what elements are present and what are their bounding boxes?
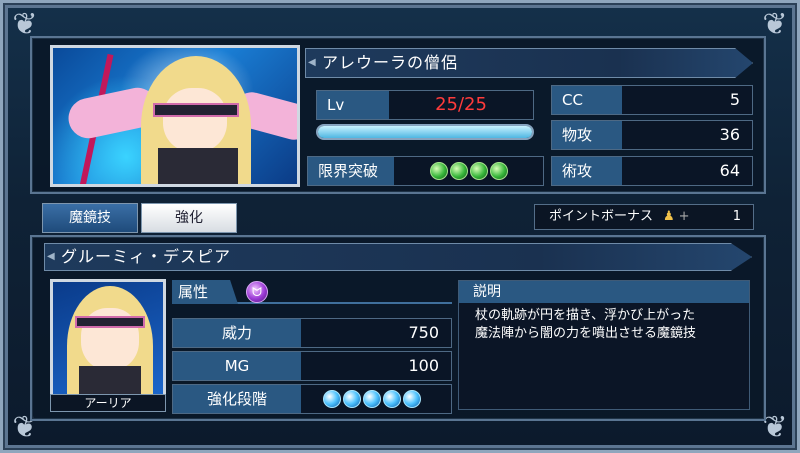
tab-enhance[interactable]: 強化 xyxy=(141,203,237,233)
skill-character-portrait xyxy=(50,279,166,412)
point-bonus-plus: + xyxy=(678,209,690,224)
stat-physatk-value: 36 xyxy=(622,121,752,149)
point-bonus[interactable]: ポイントボーナス ♟ + 1 xyxy=(534,204,754,230)
description-line: 魔法陣から闇の力を噴出させる魔鏡技 xyxy=(475,326,697,341)
enhance-stage-gem-icon xyxy=(363,390,381,408)
description-line: 杖の軌跡が円を描き、浮かび上がった xyxy=(475,308,696,323)
limit-break-gem-icon xyxy=(429,162,448,180)
stat-artsatk-label: 術攻 xyxy=(552,157,622,185)
skill-character-name: アーリア xyxy=(50,394,166,412)
character-portrait xyxy=(50,45,300,187)
exp-bar xyxy=(316,124,534,140)
stat-cc-value: 5 xyxy=(622,86,752,114)
stat-cc-row: CC 5 xyxy=(551,85,753,115)
attribute-label: 属性 xyxy=(172,280,238,304)
enhance-stage-gems xyxy=(301,385,451,413)
limit-break-gems xyxy=(394,157,543,185)
mg-label: MG xyxy=(173,352,301,380)
enhance-stage-label: 強化段階 xyxy=(173,385,301,413)
point-bonus-label: ポイントボーナス xyxy=(549,209,654,224)
enhance-stage-gem-icon xyxy=(323,390,341,408)
stat-cc-label: CC xyxy=(552,86,622,114)
person-bonus-icon: ♟ xyxy=(663,209,675,224)
limit-break-label: 限界突破 xyxy=(308,157,394,185)
enhance-stage-gem-icon xyxy=(343,390,361,408)
tab-mirror-arte[interactable]: 魔鏡技 xyxy=(42,203,138,233)
enhance-stage-gem-icon xyxy=(383,390,401,408)
enhance-stage-gem-icon xyxy=(403,390,421,408)
description-text: 杖の軌跡が円を描き、浮かび上がった 魔法陣から闇の力を噴出させる魔鏡技 xyxy=(459,303,749,347)
stat-artsatk-value: 64 xyxy=(622,157,752,185)
stat-physatk-label: 物攻 xyxy=(552,121,622,149)
point-bonus-value: 1 xyxy=(732,209,741,224)
level-label: Lv xyxy=(317,91,389,119)
exp-bar-fill xyxy=(318,126,532,138)
stat-artsatk-row: 術攻 64 xyxy=(551,156,753,186)
power-value: 750 xyxy=(301,319,451,347)
mg-row: MG 100 xyxy=(172,351,452,381)
enhance-stage-row: 強化段階 xyxy=(172,384,452,414)
level-value: 25/25 xyxy=(389,91,533,119)
skill-name: グルーミィ・デスピア xyxy=(44,243,752,271)
limit-break-gem-icon xyxy=(469,162,488,180)
mg-value: 100 xyxy=(301,352,451,380)
stat-physatk-row: 物攻 36 xyxy=(551,120,753,150)
limit-break-gem-icon xyxy=(449,162,468,180)
description-title: 説明 xyxy=(459,281,749,303)
power-label: 威力 xyxy=(173,319,301,347)
level-row: Lv 25/25 xyxy=(316,90,534,120)
description-box: 説明 杖の軌跡が円を描き、浮かび上がった 魔法陣から闇の力を噴出させる魔鏡技 xyxy=(458,280,750,410)
limit-break-row: 限界突破 xyxy=(307,156,544,186)
character-name: アレウーラの僧侶 xyxy=(305,48,753,78)
attribute-row: 属性 ᗢ xyxy=(172,280,452,304)
power-row: 威力 750 xyxy=(172,318,452,348)
dark-element-icon: ᗢ xyxy=(246,281,268,303)
limit-break-gem-icon xyxy=(489,162,508,180)
